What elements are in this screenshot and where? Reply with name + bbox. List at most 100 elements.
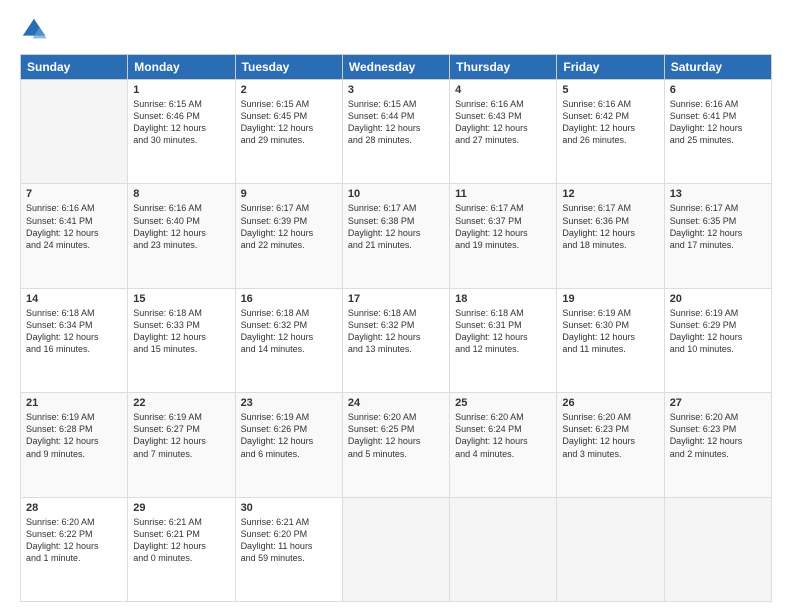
day-info: Sunrise: 6:16 AMSunset: 6:41 PMDaylight:… <box>26 202 122 251</box>
day-info: Sunrise: 6:18 AMSunset: 6:34 PMDaylight:… <box>26 307 122 356</box>
calendar-cell: 4Sunrise: 6:16 AMSunset: 6:43 PMDaylight… <box>450 80 557 184</box>
calendar-cell: 26 Sunrise: 6:20 AMSunset: 6:23 PMDayligh… <box>557 393 664 497</box>
day-info: Sunrise: 6:21 AMSunset: 6:21 PMDaylight:… <box>133 516 229 565</box>
day-number: 28 <box>26 502 122 514</box>
day-number: 25 <box>455 397 551 409</box>
calendar-cell: 5 Sunrise: 6:16 AMSunset: 6:42 PMDaylight… <box>557 80 664 184</box>
day-number: 2 <box>241 84 337 96</box>
day-info: Sunrise: 6:20 AMSunset: 6:22 PMDaylight:… <box>26 516 122 565</box>
weekday-header: Saturday <box>664 55 771 80</box>
day-info: Sunrise: 6:15 AMSunset: 6:45 PMDaylight:… <box>241 98 337 147</box>
day-number: 21 <box>26 397 122 409</box>
calendar-cell: 21 Sunrise: 6:19 AMSunset: 6:28 PMDayligh… <box>21 393 128 497</box>
calendar-cell: 23Sunrise: 6:19 AMSunset: 6:26 PMDayligh… <box>235 393 342 497</box>
day-info: Sunrise: 6:19 AMSunset: 6:30 PMDaylight:… <box>562 307 658 356</box>
day-number: 20 <box>670 293 766 305</box>
calendar-cell: 18 Sunrise: 6:18 AMSunset: 6:31 PMDayligh… <box>450 288 557 392</box>
day-info: Sunrise: 6:20 AMSunset: 6:23 PMDaylight:… <box>670 411 766 460</box>
calendar-cell <box>557 497 664 601</box>
calendar-week-row: 1Sunrise: 6:15 AMSunset: 6:46 PMDaylight… <box>21 80 772 184</box>
calendar-header-row: SundayMondayTuesdayWednesdayThursdayFrid… <box>21 55 772 80</box>
weekday-header: Sunday <box>21 55 128 80</box>
calendar-cell: 12 Sunrise: 6:17 AMSunset: 6:36 PMDayligh… <box>557 184 664 288</box>
day-info: Sunrise: 6:20 AMSunset: 6:25 PMDaylight:… <box>348 411 444 460</box>
calendar-cell: 2 Sunrise: 6:15 AMSunset: 6:45 PMDaylight… <box>235 80 342 184</box>
calendar-cell <box>664 497 771 601</box>
day-number: 27 <box>670 397 766 409</box>
calendar-cell: 3 Sunrise: 6:15 AMSunset: 6:44 PMDaylight… <box>342 80 449 184</box>
calendar-cell: 9Sunrise: 6:17 AMSunset: 6:39 PMDaylight… <box>235 184 342 288</box>
day-number: 11 <box>455 188 551 200</box>
calendar-cell: 19 Sunrise: 6:19 AMSunset: 6:30 PMDayligh… <box>557 288 664 392</box>
calendar-body: 1Sunrise: 6:15 AMSunset: 6:46 PMDaylight… <box>21 80 772 602</box>
day-info: Sunrise: 6:15 AMSunset: 6:44 PMDaylight:… <box>348 98 444 147</box>
day-info: Sunrise: 6:17 AMSunset: 6:38 PMDaylight:… <box>348 202 444 251</box>
day-number: 30 <box>241 502 337 514</box>
calendar-cell: 30 Sunrise: 6:21 AMSunset: 6:20 PMDayligh… <box>235 497 342 601</box>
calendar-cell: 27 Sunrise: 6:20 AMSunset: 6:23 PMDayligh… <box>664 393 771 497</box>
day-info: Sunrise: 6:17 AMSunset: 6:36 PMDaylight:… <box>562 202 658 251</box>
day-number: 19 <box>562 293 658 305</box>
day-info: Sunrise: 6:19 AMSunset: 6:27 PMDaylight:… <box>133 411 229 460</box>
calendar-cell: 11 Sunrise: 6:17 AMSunset: 6:37 PMDayligh… <box>450 184 557 288</box>
calendar-table: SundayMondayTuesdayWednesdayThursdayFrid… <box>20 54 772 602</box>
day-number: 10 <box>348 188 444 200</box>
calendar-week-row: 21 Sunrise: 6:19 AMSunset: 6:28 PMDayligh… <box>21 393 772 497</box>
day-info: Sunrise: 6:18 AMSunset: 6:33 PMDaylight:… <box>133 307 229 356</box>
calendar-cell: 8Sunrise: 6:16 AMSunset: 6:40 PMDaylight… <box>128 184 235 288</box>
day-info: Sunrise: 6:16 AMSunset: 6:41 PMDaylight:… <box>670 98 766 147</box>
day-number: 17 <box>348 293 444 305</box>
calendar-cell: 1Sunrise: 6:15 AMSunset: 6:46 PMDaylight… <box>128 80 235 184</box>
day-number: 3 <box>348 84 444 96</box>
calendar-cell: 14 Sunrise: 6:18 AMSunset: 6:34 PMDayligh… <box>21 288 128 392</box>
day-info: Sunrise: 6:19 AMSunset: 6:28 PMDaylight:… <box>26 411 122 460</box>
calendar-week-row: 14 Sunrise: 6:18 AMSunset: 6:34 PMDayligh… <box>21 288 772 392</box>
day-number: 9 <box>241 188 337 200</box>
calendar-cell: 16Sunrise: 6:18 AMSunset: 6:32 PMDayligh… <box>235 288 342 392</box>
day-info: Sunrise: 6:19 AMSunset: 6:26 PMDaylight:… <box>241 411 337 460</box>
day-info: Sunrise: 6:17 AMSunset: 6:37 PMDaylight:… <box>455 202 551 251</box>
calendar-week-row: 7Sunrise: 6:16 AMSunset: 6:41 PMDaylight… <box>21 184 772 288</box>
day-number: 18 <box>455 293 551 305</box>
calendar-cell <box>342 497 449 601</box>
day-number: 26 <box>562 397 658 409</box>
day-info: Sunrise: 6:17 AMSunset: 6:35 PMDaylight:… <box>670 202 766 251</box>
day-number: 12 <box>562 188 658 200</box>
day-info: Sunrise: 6:16 AMSunset: 6:42 PMDaylight:… <box>562 98 658 147</box>
day-number: 13 <box>670 188 766 200</box>
day-info: Sunrise: 6:19 AMSunset: 6:29 PMDaylight:… <box>670 307 766 356</box>
calendar-cell: 28 Sunrise: 6:20 AMSunset: 6:22 PMDayligh… <box>21 497 128 601</box>
page: SundayMondayTuesdayWednesdayThursdayFrid… <box>0 0 792 612</box>
day-number: 6 <box>670 84 766 96</box>
calendar-cell: 22 Sunrise: 6:19 AMSunset: 6:27 PMDayligh… <box>128 393 235 497</box>
calendar-cell: 29 Sunrise: 6:21 AMSunset: 6:21 PMDayligh… <box>128 497 235 601</box>
calendar-cell: 15 Sunrise: 6:18 AMSunset: 6:33 PMDayligh… <box>128 288 235 392</box>
day-info: Sunrise: 6:20 AMSunset: 6:24 PMDaylight:… <box>455 411 551 460</box>
weekday-header: Thursday <box>450 55 557 80</box>
day-info: Sunrise: 6:15 AMSunset: 6:46 PMDaylight:… <box>133 98 229 147</box>
calendar-cell <box>450 497 557 601</box>
calendar-cell: 10 Sunrise: 6:17 AMSunset: 6:38 PMDayligh… <box>342 184 449 288</box>
day-number: 22 <box>133 397 229 409</box>
calendar-week-row: 28 Sunrise: 6:20 AMSunset: 6:22 PMDayligh… <box>21 497 772 601</box>
weekday-header: Tuesday <box>235 55 342 80</box>
day-info: Sunrise: 6:16 AMSunset: 6:43 PMDaylight:… <box>455 98 551 147</box>
calendar-cell: 17Sunrise: 6:18 AMSunset: 6:32 PMDayligh… <box>342 288 449 392</box>
calendar-cell: 6 Sunrise: 6:16 AMSunset: 6:41 PMDaylight… <box>664 80 771 184</box>
day-number: 15 <box>133 293 229 305</box>
day-info: Sunrise: 6:20 AMSunset: 6:23 PMDaylight:… <box>562 411 658 460</box>
day-info: Sunrise: 6:18 AMSunset: 6:32 PMDaylight:… <box>241 307 337 356</box>
day-info: Sunrise: 6:18 AMSunset: 6:31 PMDaylight:… <box>455 307 551 356</box>
header <box>20 16 772 44</box>
calendar-cell: 13 Sunrise: 6:17 AMSunset: 6:35 PMDayligh… <box>664 184 771 288</box>
calendar-cell: 24Sunrise: 6:20 AMSunset: 6:25 PMDayligh… <box>342 393 449 497</box>
day-info: Sunrise: 6:21 AMSunset: 6:20 PMDaylight:… <box>241 516 337 565</box>
calendar-cell: 7Sunrise: 6:16 AMSunset: 6:41 PMDaylight… <box>21 184 128 288</box>
day-number: 14 <box>26 293 122 305</box>
logo <box>20 16 52 44</box>
day-number: 5 <box>562 84 658 96</box>
logo-icon <box>20 16 48 44</box>
calendar-cell: 20 Sunrise: 6:19 AMSunset: 6:29 PMDayligh… <box>664 288 771 392</box>
day-number: 29 <box>133 502 229 514</box>
weekday-header: Monday <box>128 55 235 80</box>
